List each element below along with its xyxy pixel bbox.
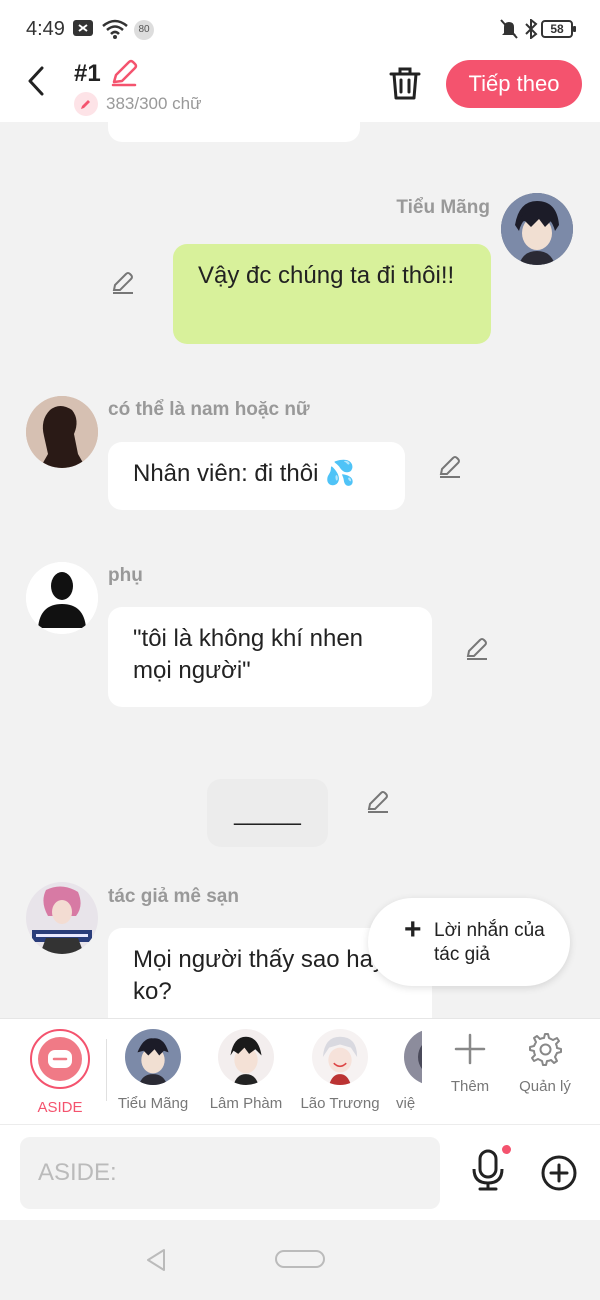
avatar-tieu-mang[interactable] — [501, 193, 573, 265]
microphone-icon[interactable] — [470, 1149, 506, 1191]
notification-dot — [502, 1145, 511, 1154]
character-partial[interactable]: việ — [376, 1029, 422, 1112]
character-bar: ASIDE Tiểu Mãng Lâm Phàm Lão Trương việ … — [0, 1018, 600, 1124]
edit-message-icon[interactable] — [110, 270, 136, 296]
avatar — [125, 1029, 181, 1085]
manage-label: Quản lý — [519, 1078, 571, 1095]
character-tieu-mang[interactable]: Tiểu Mãng — [107, 1029, 199, 1112]
speech-bubble-icon — [48, 1050, 72, 1068]
author-note-button[interactable]: + Lời nhắn của tác giả — [368, 898, 570, 986]
chat-bubble[interactable]: "tôi là không khí nhen mọi người" — [108, 607, 432, 707]
speaker-name: tác giả mê sạn — [108, 886, 239, 907]
editor-header: #1 383/300 chữ Tiếp theo — [0, 58, 600, 122]
add-label: Thêm — [450, 1078, 490, 1095]
word-count-line: 383/300 chữ — [74, 92, 202, 116]
avatar — [404, 1029, 422, 1085]
plus-icon: + — [404, 913, 422, 946]
pen-icon — [74, 92, 98, 116]
back-arrow-icon[interactable] — [20, 64, 54, 98]
character-aside[interactable]: ASIDE — [14, 1029, 106, 1116]
aside-avatar — [30, 1029, 90, 1089]
character-lam-pham[interactable]: Lâm Phàm — [200, 1029, 292, 1112]
gear-icon — [529, 1033, 562, 1066]
character-label: Lâm Phàm — [209, 1095, 283, 1112]
character-label: Lão Trương — [300, 1095, 380, 1112]
edit-message-icon[interactable] — [365, 789, 391, 815]
chat-bubble[interactable]: Vậy đc chúng ta đi thôi!! — [173, 244, 491, 344]
avatar — [218, 1029, 274, 1085]
speaker-name: Tiểu Mãng — [396, 197, 490, 218]
message-text: Nhân viên: đi thôi 💦 — [133, 460, 355, 487]
character-label: ASIDE — [37, 1099, 83, 1116]
aside-bubble[interactable]: _____ — [207, 779, 328, 847]
word-count: 383/300 chữ — [106, 94, 202, 113]
edit-title-icon[interactable] — [109, 58, 139, 88]
chat-bubble-partial[interactable] — [108, 122, 360, 142]
bluetooth-icon — [525, 19, 538, 39]
battery-indicator: 58 — [541, 20, 576, 38]
character-label: việ — [396, 1095, 416, 1112]
add-circle-icon[interactable] — [540, 1154, 578, 1192]
trash-icon[interactable] — [388, 66, 422, 102]
notification-count-badge: 80 — [134, 20, 154, 40]
chat-area[interactable]: Tiểu Mãng Vậy đc chúng ta đi thôi!! có t… — [0, 122, 600, 1018]
notification-icon — [73, 20, 93, 36]
manage-button[interactable]: Quản lý — [510, 1031, 580, 1095]
character-lao-truong[interactable]: Lão Trương — [294, 1029, 386, 1112]
message-text: Mọi người thấy sao hay ko? — [133, 946, 385, 1005]
nav-back-icon[interactable] — [144, 1248, 168, 1272]
add-character-button[interactable]: Thêm — [435, 1031, 505, 1095]
episode-title: #1 — [74, 60, 101, 87]
system-nav-bar — [0, 1220, 600, 1300]
next-button[interactable]: Tiếp theo — [446, 60, 582, 108]
message-text: "tôi là không khí nhen mọi người" — [133, 625, 364, 684]
avatar-tac-gia[interactable] — [26, 882, 98, 954]
message-text: Vậy đc chúng ta đi thôi!! — [198, 262, 455, 289]
speaker-name: phụ — [108, 565, 143, 586]
character-label: Tiểu Mãng — [117, 1095, 189, 1112]
avatar-phu[interactable] — [26, 562, 98, 634]
author-note-label: Lời nhắn của tác giả — [434, 920, 545, 965]
mute-bell-icon — [500, 19, 518, 39]
avatar-nam-hoac-nu[interactable] — [26, 396, 98, 468]
chat-bubble[interactable]: Nhân viên: đi thôi 💦 — [108, 442, 405, 510]
aside-text: _____ — [234, 799, 301, 826]
input-bar — [0, 1124, 600, 1220]
avatar — [312, 1029, 368, 1085]
status-time: 4:49 — [26, 18, 65, 40]
speaker-name: có thể là nam hoặc nữ — [108, 399, 310, 420]
edit-message-icon[interactable] — [464, 636, 490, 662]
plus-icon — [454, 1033, 486, 1065]
nav-home-button[interactable] — [275, 1250, 325, 1268]
edit-message-icon[interactable] — [437, 454, 463, 480]
wifi-icon — [102, 19, 128, 39]
status-bar: 4:49 80 58 — [0, 0, 600, 58]
message-input[interactable] — [20, 1137, 440, 1209]
